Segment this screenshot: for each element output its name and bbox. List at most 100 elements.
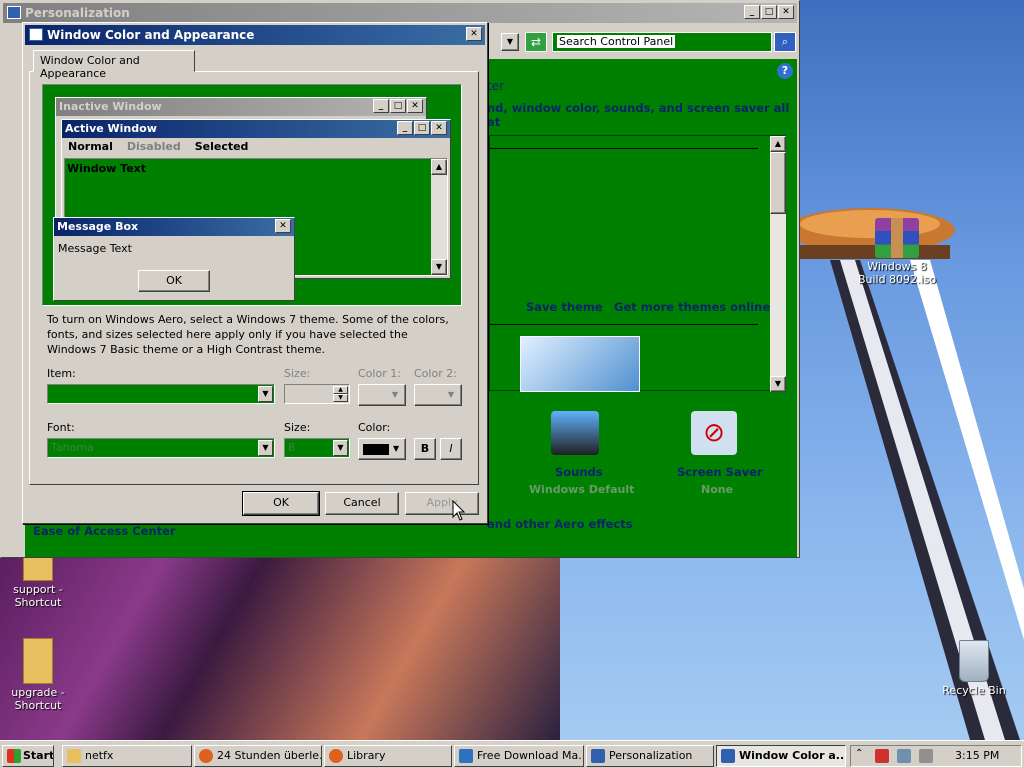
save-theme-link[interactable]: Save theme [526, 300, 603, 314]
item-size-label: Size: [284, 367, 311, 380]
font-size-label: Size: [284, 421, 311, 434]
recycle-bin-icon [959, 640, 989, 682]
dialog-icon [29, 28, 43, 41]
action-center-flag-icon[interactable] [875, 749, 889, 763]
start-label: Start [23, 749, 54, 762]
themes-list[interactable]: Save theme Get more themes online ▲ ▼ [489, 135, 786, 392]
apply-button[interactable]: Apply [405, 492, 479, 515]
font-size-select[interactable]: 8 ▼ [284, 438, 350, 458]
dialog-close-button[interactable]: ✕ [466, 27, 482, 41]
screen-saver-link[interactable]: Screen Saver [677, 465, 763, 479]
font-color-picker[interactable]: ▼ [358, 438, 406, 460]
task-free-download-manager[interactable]: Free Download Ma... [454, 745, 584, 767]
chevron-down-icon: ▼ [333, 440, 348, 456]
preview-msgbox-ok: OK [138, 270, 210, 292]
themes-scrollbar[interactable]: ▲ ▼ [770, 136, 786, 392]
taskbar: Start netfx 24 Stunden überle... Library… [0, 740, 1024, 768]
item-label: Item: [47, 367, 76, 380]
color-swatch [363, 444, 389, 455]
preview-msgbox-text: Message Text [58, 242, 132, 255]
dialog-titlebar[interactable]: Window Color and Appearance ✕ [25, 25, 485, 45]
maximize-button[interactable]: □ [761, 5, 777, 19]
font-size-value: 8 [288, 441, 295, 454]
task-personalization[interactable]: Personalization [586, 745, 714, 767]
desktop-icon-upgrade[interactable]: upgrade - Shortcut [0, 638, 78, 712]
scroll-down-button[interactable]: ▼ [770, 376, 786, 392]
download-manager-icon [459, 749, 473, 763]
volume-muted-icon[interactable] [919, 749, 933, 763]
font-color-label: Color: [358, 421, 391, 434]
item-select[interactable]: ▼ [47, 384, 275, 404]
network-icon[interactable] [897, 749, 911, 763]
color1-picker: ▼ [358, 384, 406, 406]
search-box[interactable]: Search Control Panel [552, 32, 772, 52]
font-select[interactable]: Tahoma ▼ [47, 438, 275, 458]
appearance-preview: Inactive Window _ □ ✕ Active Window _ □ ✕ No… [42, 84, 462, 306]
screen-saver-icon[interactable]: ⊘ [691, 411, 737, 455]
close-button[interactable]: ✕ [778, 5, 794, 19]
search-input[interactable]: Search Control Panel [557, 35, 676, 48]
desktop-icon-recycle-bin[interactable]: Recycle Bin [934, 640, 1014, 697]
control-panel-icon [591, 749, 605, 763]
preview-window-text: Window Text [67, 162, 147, 175]
ok-button[interactable]: OK [242, 491, 320, 516]
folder-shortcut-icon [23, 555, 53, 581]
sounds-value: Windows Default [529, 483, 635, 496]
chevron-down-icon: ▼ [258, 440, 273, 456]
cancel-button[interactable]: Cancel [325, 492, 399, 515]
desktop-icon-support-label: support - Shortcut [13, 583, 63, 609]
window-color-dialog: Window Color and Appearance ✕ Window Col… [22, 22, 488, 524]
tab-window-color[interactable]: Window Color and Appearance [33, 50, 195, 80]
aero-effects-link[interactable]: and other Aero effects [487, 517, 633, 531]
preview-inactive-title: Inactive Window [59, 100, 162, 113]
preview-message-box: Message Box ✕ Message Text OK [53, 217, 295, 301]
winrar-archive-icon [875, 218, 919, 258]
sounds-icon[interactable] [551, 411, 599, 455]
preview-msgbox-title: Message Box [57, 220, 139, 233]
desktop-icon-recycle-label: Recycle Bin [942, 684, 1006, 697]
chevron-down-icon: ▼ [258, 386, 273, 402]
color2-picker: ▼ [414, 384, 462, 406]
wallpaper-building [0, 555, 560, 740]
minimize-button[interactable]: _ [744, 5, 760, 19]
firefox-icon [199, 749, 213, 763]
dialog-title: Window Color and Appearance [47, 28, 255, 42]
font-select-value: Tahoma [51, 441, 94, 454]
preview-menu-disabled: Disabled [126, 140, 181, 153]
search-icon: ⌕ [781, 35, 789, 48]
scroll-up-button[interactable]: ▲ [770, 136, 786, 152]
task-window-color[interactable]: Window Color a... [716, 745, 846, 767]
clock[interactable]: 3:15 PM [955, 749, 999, 762]
italic-toggle[interactable]: I [440, 438, 462, 460]
chevron-down-icon: ▼ [393, 444, 400, 453]
ease-of-access-link[interactable]: Ease of Access Center [33, 524, 176, 538]
folder-shortcut-icon [23, 638, 53, 684]
refresh-button[interactable]: ⇄ [525, 32, 547, 52]
sounds-link[interactable]: Sounds [555, 465, 603, 479]
theme-thumbnail[interactable] [520, 336, 640, 392]
personalization-titlebar[interactable]: Personalization _ □ ✕ [3, 3, 797, 23]
desktop-icon-iso[interactable]: Windows 8 Build 8092.iso [857, 218, 937, 286]
search-button[interactable]: ⌕ [774, 32, 796, 52]
task-firefox-1[interactable]: 24 Stunden überle... [194, 745, 322, 767]
start-button[interactable]: Start [2, 745, 54, 767]
task-netfx[interactable]: netfx [62, 745, 192, 767]
item-size-stepper: ▲ ▼ [284, 384, 350, 404]
address-dropdown-button[interactable]: ▼ [501, 33, 519, 51]
scroll-thumb[interactable] [770, 152, 786, 214]
desktop-icon-support[interactable]: support - Shortcut [0, 555, 78, 609]
tray-expand-icon[interactable]: ⌃ [855, 748, 863, 759]
bold-toggle[interactable]: B [414, 438, 436, 460]
color1-label: Color 1: [358, 367, 401, 380]
folder-icon [67, 749, 81, 763]
desktop-icon-upgrade-label: upgrade - Shortcut [11, 686, 65, 712]
description-fragment: nd, window color, sounds, and screen sav… [487, 101, 790, 129]
mouse-cursor-icon [452, 500, 466, 521]
preview-active-title: Active Window [65, 122, 157, 135]
heading-fragment: ter [487, 79, 505, 93]
control-panel-icon [7, 6, 21, 19]
task-library[interactable]: Library [324, 745, 452, 767]
desktop-icon-iso-label: Windows 8 Build 8092.iso [857, 260, 937, 286]
help-button[interactable]: ? [777, 63, 793, 79]
get-more-themes-link[interactable]: Get more themes online [614, 300, 770, 314]
